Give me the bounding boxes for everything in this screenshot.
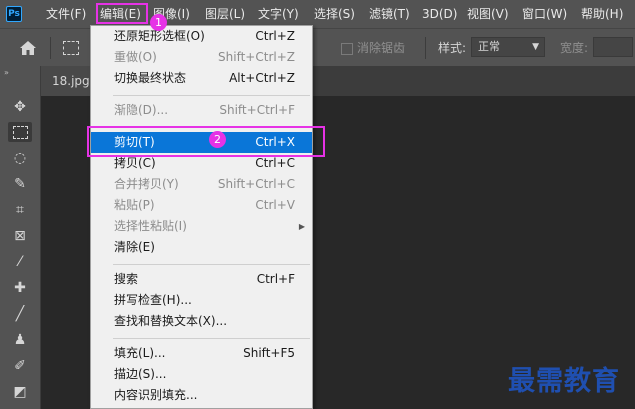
menu-type[interactable]: 文字(Y): [258, 0, 299, 28]
healing-brush-icon[interactable]: ✚: [8, 278, 32, 298]
step1-badge: 1: [150, 14, 167, 31]
tools-panel: » ✥ ◌ ✎ ⌗ ⊠ ⁄ ✚ ╱ ♟ ✐ ◩: [0, 66, 41, 409]
width-input[interactable]: [593, 37, 633, 57]
menu-select[interactable]: 选择(S): [314, 0, 355, 28]
menu-item-stroke[interactable]: 描边(S)...: [91, 364, 312, 385]
quick-select-icon[interactable]: ✎: [8, 174, 32, 194]
eraser-icon[interactable]: ◩: [8, 382, 32, 402]
style-label: 样式:: [438, 41, 467, 55]
submenu-arrow-icon: ▶: [298, 222, 305, 231]
style-select-value: 正常: [478, 40, 500, 53]
brush-icon[interactable]: ╱: [8, 304, 32, 324]
menu-item-copy-merged[interactable]: 合并拷贝(Y) Shift+Ctrl+C: [91, 174, 312, 195]
photoshop-logo: Ps: [6, 6, 22, 22]
frame-icon[interactable]: ⊠: [8, 226, 32, 246]
menu-item-spell-check[interactable]: 拼写检查(H)...: [91, 290, 312, 311]
menu-item-label: 内容识别填充...: [114, 388, 198, 402]
menu-item-label: 选择性粘贴(I): [114, 219, 187, 233]
menu-item-shortcut: Shift+Ctrl+Z: [218, 50, 295, 64]
menu-layer[interactable]: 图层(L): [205, 0, 245, 28]
history-brush-icon[interactable]: ✐: [8, 356, 32, 376]
antialias-checkbox[interactable]: [341, 43, 353, 55]
menu-item-clear[interactable]: 清除(E): [91, 237, 312, 258]
menu-item-label: 查找和替换文本(X)...: [114, 314, 228, 328]
menu-help[interactable]: 帮助(H): [581, 0, 623, 28]
menu-window[interactable]: 窗口(W): [522, 0, 567, 28]
style-select[interactable]: 正常 ▼: [471, 37, 545, 57]
step1-highlight-box: [96, 3, 148, 24]
step2-highlight-box: [87, 126, 325, 157]
clone-stamp-icon[interactable]: ♟: [8, 330, 32, 350]
menu-item-paste[interactable]: 粘贴(P) Ctrl+V: [91, 195, 312, 216]
menu-item-undo[interactable]: 还原矩形选框(O) Ctrl+Z: [91, 26, 312, 47]
menu-item-fade[interactable]: 渐隐(D)... Shift+Ctrl+F: [91, 100, 312, 121]
menu-item-redo[interactable]: 重做(O) Shift+Ctrl+Z: [91, 47, 312, 68]
eyedropper-icon[interactable]: ⁄: [8, 252, 32, 272]
rect-marquee-icon[interactable]: [8, 122, 32, 142]
menu-item-label: 搜索: [114, 272, 139, 286]
menu-item-label: 重做(O): [114, 50, 157, 64]
options-divider: [50, 37, 51, 59]
crop-icon[interactable]: ⌗: [8, 200, 32, 220]
menu-item-shortcut: Shift+F5: [243, 346, 295, 360]
menu-item-paste-special[interactable]: 选择性粘贴(I) ▶: [91, 216, 312, 237]
menu-item-label: 描边(S)...: [114, 367, 167, 381]
menu-view[interactable]: 视图(V): [467, 0, 509, 28]
menu-3d[interactable]: 3D(D): [422, 0, 457, 28]
menu-item-label: 拼写检查(H)...: [114, 293, 192, 307]
menu-item-label: 清除(E): [114, 240, 155, 254]
menu-item-shortcut: Shift+Ctrl+C: [217, 177, 295, 191]
menu-separator: [113, 338, 310, 339]
menu-item-toggle-last-state[interactable]: 切换最终状态 Alt+Ctrl+Z: [91, 68, 312, 89]
options-divider: [425, 37, 426, 59]
menu-filter[interactable]: 滤镜(T): [369, 0, 410, 28]
menu-item-label: 合并拷贝(Y): [114, 177, 179, 191]
watermark: 最需教育: [508, 366, 620, 397]
menu-item-shortcut: Shift+Ctrl+F: [219, 103, 295, 117]
edit-menu-dropdown: 还原矩形选框(O) Ctrl+Z 重做(O) Shift+Ctrl+Z 切换最终…: [90, 25, 313, 409]
antialias-label: 消除锯齿: [357, 41, 406, 55]
menu-item-search[interactable]: 搜索 Ctrl+F: [91, 269, 312, 290]
lasso-icon[interactable]: ◌: [8, 148, 32, 168]
menu-file[interactable]: 文件(F): [46, 0, 86, 28]
menu-separator: [113, 95, 310, 96]
menu-item-shortcut: Ctrl+F: [256, 272, 295, 286]
menu-item-shortcut: Ctrl+V: [255, 198, 295, 212]
menu-item-shortcut: Alt+Ctrl+Z: [229, 71, 295, 85]
menu-item-label: 切换最终状态: [114, 71, 187, 85]
document-tab[interactable]: 18.jpg @: [41, 66, 93, 96]
panel-collapse-icon[interactable]: »: [4, 68, 9, 77]
menu-item-find-replace[interactable]: 查找和替换文本(X)...: [91, 311, 312, 332]
rect-marquee-icon[interactable]: [63, 41, 79, 55]
menu-item-label: 渐隐(D)...: [114, 103, 169, 117]
menu-item-label: 填充(L)...: [114, 346, 166, 360]
chevron-down-icon: ▼: [532, 42, 539, 52]
step2-badge: 2: [209, 131, 226, 148]
width-label: 宽度:: [560, 41, 589, 55]
menu-item-label: 粘贴(P): [114, 198, 155, 212]
menu-item-content-aware-fill[interactable]: 内容识别填充...: [91, 385, 312, 406]
menu-separator: [113, 264, 310, 265]
menu-item-fill[interactable]: 填充(L)... Shift+F5: [91, 343, 312, 364]
home-icon[interactable]: [18, 39, 38, 57]
move-icon[interactable]: ✥: [8, 97, 32, 117]
menu-item-shortcut: Ctrl+Z: [255, 29, 295, 43]
